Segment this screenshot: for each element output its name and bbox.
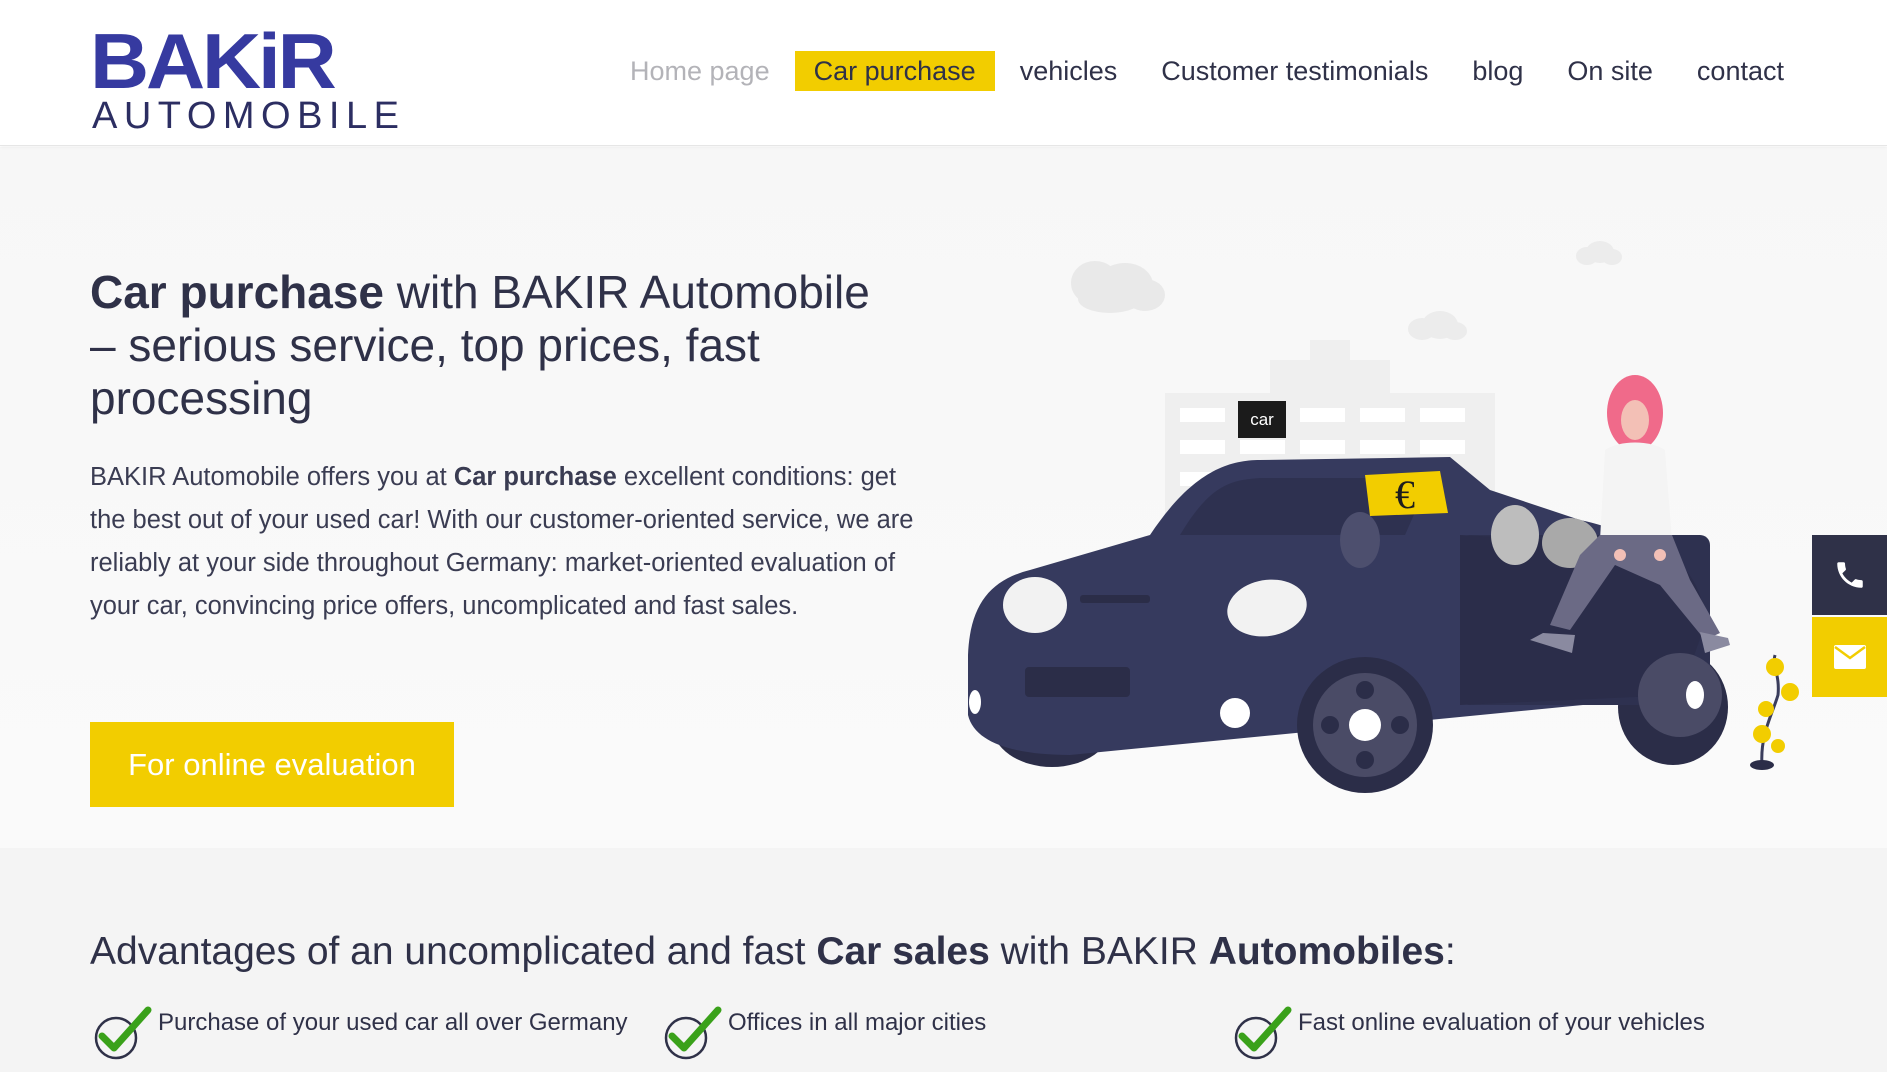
hero-text-bold: Car purchase [453, 463, 617, 491]
nav-item-blog[interactable]: blog [1450, 51, 1545, 91]
logo-subtitle: AUTOMOBILE [92, 95, 406, 137]
checkmark-icon [1234, 1006, 1292, 1060]
adv-title-part-1: Advantages of an uncomplicated and fast [90, 930, 817, 973]
euro-price-tag-icon: € [1365, 471, 1448, 517]
advantage-item: Offices in all major cities [660, 1004, 986, 1060]
car-illustration: € [968, 241, 1799, 793]
euro-sign: € [1395, 472, 1415, 517]
cloud-icon [1576, 241, 1622, 265]
cloud-icon [1408, 311, 1467, 340]
advantages-title: Advantages of an uncomplicated and fast … [90, 929, 1456, 975]
adv-title-part-3: : [1444, 930, 1456, 973]
advantage-label: Offices in all major cities [728, 1009, 987, 1036]
brand-logo[interactable]: BAKiR AUTOMOBILE [90, 17, 399, 136]
nav-item-vehicles[interactable]: vehicles [998, 51, 1140, 91]
nav-item-home[interactable]: Home page [608, 51, 792, 91]
phone-icon [1836, 562, 1863, 588]
hero-description: BAKIR Automobile offers you at Car purch… [90, 456, 930, 628]
main-nav: Home page Car purchase vehicles Customer… [608, 51, 1806, 91]
adv-title-bold-1: Car sales [816, 930, 990, 973]
checkmark-icon [94, 1006, 152, 1060]
nav-item-on-site[interactable]: On site [1545, 51, 1675, 91]
title-part-1: with BAKIR Automobile [384, 266, 870, 318]
logo-wordmark: BAKiR [90, 17, 337, 105]
title-bold: Car purchase [90, 266, 385, 318]
nav-item-contact[interactable]: contact [1675, 51, 1806, 91]
adv-title-part-2: with BAKIR [989, 930, 1209, 973]
adv-title-bold-2: Automobiles [1208, 930, 1445, 973]
nav-item-testimonials[interactable]: Customer testimonials [1139, 51, 1450, 91]
advantage-item: Purchase of your used car all over Germa… [90, 1004, 628, 1060]
hero-text-part-1: BAKIR Automobile offers you at [90, 463, 454, 491]
phone-button[interactable] [1812, 535, 1887, 615]
advantage-item: Fast online evaluation of your vehicles [1230, 1004, 1705, 1060]
cloud-icon [1071, 261, 1165, 313]
image-tooltip: car [1238, 401, 1286, 438]
page-title: Car purchase with BAKIR Automobile – seri… [90, 266, 940, 425]
site-header: BAKiR AUTOMOBILE Home page Car purchase … [0, 0, 1887, 146]
nav-item-car-purchase[interactable]: Car purchase [794, 51, 995, 91]
advantage-label: Purchase of your used car all over Germa… [158, 1009, 628, 1036]
advantage-label: Fast online evaluation of your vehicles [1298, 1009, 1705, 1036]
checkmark-icon [664, 1006, 722, 1060]
title-part-2: – serious service, top prices, fast proc… [90, 319, 760, 424]
flower-plant-icon [1750, 654, 1799, 770]
online-evaluation-button[interactable]: For online evaluation [90, 722, 454, 807]
envelope-icon [1833, 645, 1866, 669]
email-button[interactable] [1812, 617, 1887, 697]
